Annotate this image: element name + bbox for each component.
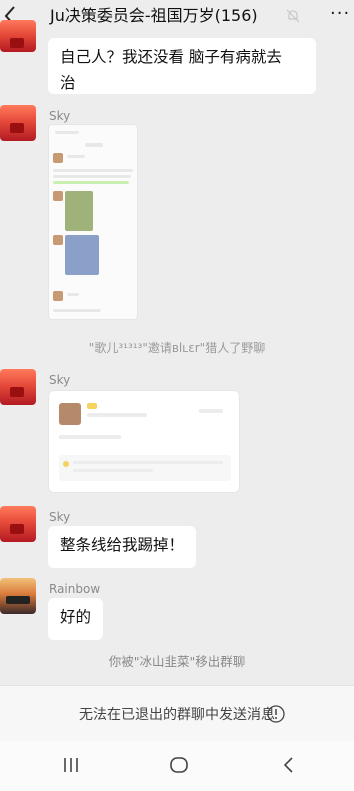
message-text-line: 治 bbox=[60, 74, 76, 92]
system-message: "歌儿³¹³¹³"邀请ʙlʟɛr"猎人了野聊 bbox=[88, 341, 266, 355]
system-navigation-bar bbox=[0, 741, 354, 791]
chat-title: Ju决策委员会-祖国万岁(156) bbox=[50, 6, 258, 25]
avatar[interactable] bbox=[0, 506, 36, 542]
avatar[interactable] bbox=[0, 369, 36, 405]
avatar[interactable] bbox=[0, 105, 36, 141]
bell-muted-icon bbox=[286, 9, 300, 23]
sender-name: Sky bbox=[49, 373, 71, 387]
home-icon[interactable] bbox=[167, 753, 191, 777]
message-bubble: 整条线给我踢掉！ bbox=[48, 526, 197, 568]
avatar[interactable] bbox=[0, 578, 36, 614]
chat-header: Ju决策委员会-祖国万岁(156) ··· bbox=[0, 0, 354, 34]
back-icon[interactable] bbox=[277, 753, 301, 777]
system-message: 你被"冰山韭菜"移出群聊 bbox=[108, 654, 246, 669]
disabled-input-notice: 无法在已退出的群聊中发送消息 bbox=[79, 707, 275, 723]
message-text-line: 自己人？我还没看 脑子有病就去 bbox=[60, 48, 282, 66]
sender-name: Rainbow bbox=[49, 582, 101, 596]
input-bar: 无法在已退出的群聊中发送消息 bbox=[0, 685, 354, 741]
recent-apps-icon[interactable] bbox=[59, 753, 83, 777]
more-options-icon[interactable]: ··· bbox=[330, 4, 350, 24]
avatar[interactable] bbox=[0, 20, 36, 52]
message-bubble: 好的 bbox=[48, 598, 104, 640]
shared-card-message[interactable] bbox=[48, 390, 240, 493]
image-message[interactable] bbox=[48, 124, 138, 320]
message-bubble: 自己人？我还没看 脑子有病就去 治 bbox=[48, 38, 316, 94]
info-circle-icon[interactable] bbox=[266, 704, 286, 724]
sender-name: Sky bbox=[49, 510, 71, 524]
sender-name: Sky bbox=[49, 109, 71, 123]
